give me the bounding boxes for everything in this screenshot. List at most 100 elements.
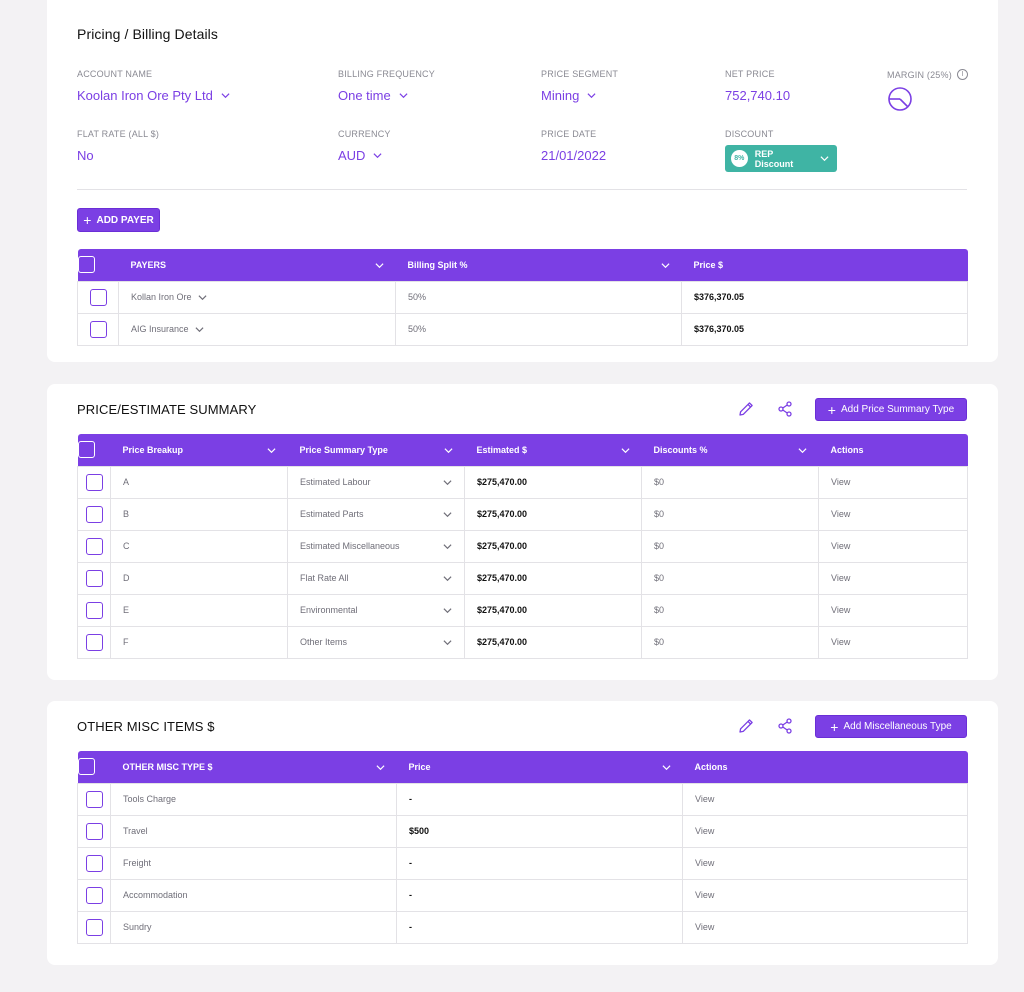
estimated-cell: $275,470.00 (465, 530, 642, 562)
misc-price-cell: $500 (397, 815, 683, 847)
estimated-cell: $275,470.00 (465, 466, 642, 498)
price-breakup-cell: A (111, 466, 288, 498)
payers-table: PAYERS Billing Split % Price $ Kollan Ir… (77, 249, 968, 346)
view-link[interactable]: View (683, 815, 968, 847)
row-checkbox[interactable] (86, 791, 103, 808)
payer-select[interactable]: AIG Insurance (119, 313, 396, 345)
currency-label: CURRENCY (338, 129, 391, 139)
row-checkbox[interactable] (86, 474, 103, 491)
header-actions: Actions (683, 751, 968, 783)
chevron-down-icon (443, 478, 452, 487)
header-estimated[interactable]: Estimated $ (465, 434, 642, 466)
row-checkbox[interactable] (86, 855, 103, 872)
header-payers[interactable]: PAYERS (119, 249, 396, 281)
price-summary-type-select[interactable]: Estimated Miscellaneous (288, 530, 465, 562)
view-link[interactable]: View (683, 911, 968, 943)
row-checkbox[interactable] (86, 919, 103, 936)
discount-select[interactable]: 8% REP Discount (725, 145, 837, 172)
table-row: Sundry-View (78, 911, 968, 943)
discount-cell: $0 (642, 498, 819, 530)
row-checkbox[interactable] (90, 321, 107, 338)
row-checkbox[interactable] (86, 602, 103, 619)
table-header-row: PAYERS Billing Split % Price $ (78, 249, 968, 281)
select-all-checkbox[interactable] (78, 256, 95, 273)
table-row: DFlat Rate All$275,470.00$0View (78, 562, 968, 594)
row-checkbox[interactable] (86, 823, 103, 840)
billing-frequency-value: One time (338, 88, 391, 103)
price-date-value[interactable]: 21/01/2022 (541, 148, 606, 163)
row-checkbox[interactable] (86, 538, 103, 555)
header-price-summary-type[interactable]: Price Summary Type (288, 434, 465, 466)
chevron-down-icon (587, 91, 596, 100)
misc-price-cell: - (397, 911, 683, 943)
price-summary-type-select[interactable]: Estimated Parts (288, 498, 465, 530)
table-row: CEstimated Miscellaneous$275,470.00$0Vie… (78, 530, 968, 562)
pencil-icon[interactable] (736, 399, 756, 419)
view-link[interactable]: View (683, 879, 968, 911)
estimated-cell: $275,470.00 (465, 626, 642, 658)
estimated-cell: $275,470.00 (465, 594, 642, 626)
view-link[interactable]: View (683, 847, 968, 879)
header-misc-type[interactable]: OTHER MISC TYPE $ (111, 751, 397, 783)
chevron-down-icon (798, 446, 807, 455)
price-segment-select[interactable]: Mining (541, 88, 618, 103)
price-cell: $376,370.05 (682, 281, 968, 313)
header-discounts[interactable]: Discounts % (642, 434, 819, 466)
row-checkbox[interactable] (86, 506, 103, 523)
header-billing-split[interactable]: Billing Split % (396, 249, 682, 281)
select-all-checkbox[interactable] (78, 758, 95, 775)
margin-field: MARGIN (25%) i (887, 69, 968, 117)
view-link[interactable]: View (819, 626, 968, 658)
price-summary-type-select[interactable]: Estimated Labour (288, 466, 465, 498)
view-link[interactable]: View (819, 498, 968, 530)
view-link[interactable]: View (819, 562, 968, 594)
price-summary-type-select[interactable]: Flat Rate All (288, 562, 465, 594)
discount-cell: $0 (642, 562, 819, 594)
header-price-breakup[interactable]: Price Breakup (111, 434, 288, 466)
plus-icon: + (828, 403, 836, 417)
price-summary-type-select[interactable]: Other Items (288, 626, 465, 658)
misc-type-cell: Sundry (111, 911, 397, 943)
net-price-field: NET PRICE 752,740.10 (725, 69, 790, 103)
flat-rate-field: FLAT RATE (ALL $) No (77, 129, 159, 163)
select-all-checkbox[interactable] (78, 441, 95, 458)
view-link[interactable]: View (819, 594, 968, 626)
account-name-label: ACCOUNT NAME (77, 69, 230, 79)
pricing-billing-card: Pricing / Billing Details ACCOUNT NAME K… (47, 0, 998, 362)
info-icon[interactable]: i (957, 69, 968, 80)
pencil-icon[interactable] (736, 716, 756, 736)
add-payer-button[interactable]: + ADD PAYER (77, 208, 160, 232)
add-payer-label: ADD PAYER (96, 215, 153, 226)
share-icon[interactable] (775, 716, 795, 736)
discount-percent-badge: 8% (731, 150, 748, 167)
header-price[interactable]: Price (397, 751, 683, 783)
add-price-summary-type-label: Add Price Summary Type (841, 404, 954, 415)
misc-price-cell: - (397, 783, 683, 815)
row-checkbox[interactable] (90, 289, 107, 306)
account-name-field: ACCOUNT NAME Koolan Iron Ore Pty Ltd (77, 69, 230, 103)
add-price-summary-type-button[interactable]: + Add Price Summary Type (815, 398, 967, 421)
price-breakup-cell: C (111, 530, 288, 562)
row-checkbox[interactable] (86, 634, 103, 651)
currency-select[interactable]: AUD (338, 148, 391, 163)
billing-frequency-select[interactable]: One time (338, 88, 435, 103)
row-checkbox[interactable] (86, 887, 103, 904)
margin-label: MARGIN (25%) (887, 70, 952, 80)
pie-icon (887, 86, 968, 117)
price-summary-type-select[interactable]: Environmental (288, 594, 465, 626)
payer-select[interactable]: Kollan Iron Ore (119, 281, 396, 313)
add-miscellaneous-type-label: Add Miscellaneous Type (843, 721, 951, 732)
add-miscellaneous-type-button[interactable]: + Add Miscellaneous Type (815, 715, 967, 738)
share-icon[interactable] (775, 399, 795, 419)
row-checkbox[interactable] (86, 570, 103, 587)
account-name-select[interactable]: Koolan Iron Ore Pty Ltd (77, 88, 230, 103)
net-price-value: 752,740.10 (725, 88, 790, 103)
table-row: Tools Charge-View (78, 783, 968, 815)
header-actions: Actions (819, 434, 968, 466)
header-price: Price $ (682, 249, 968, 281)
view-link[interactable]: View (683, 783, 968, 815)
view-link[interactable]: View (819, 466, 968, 498)
view-link[interactable]: View (819, 530, 968, 562)
misc-type-cell: Freight (111, 847, 397, 879)
chevron-down-icon (443, 510, 452, 519)
